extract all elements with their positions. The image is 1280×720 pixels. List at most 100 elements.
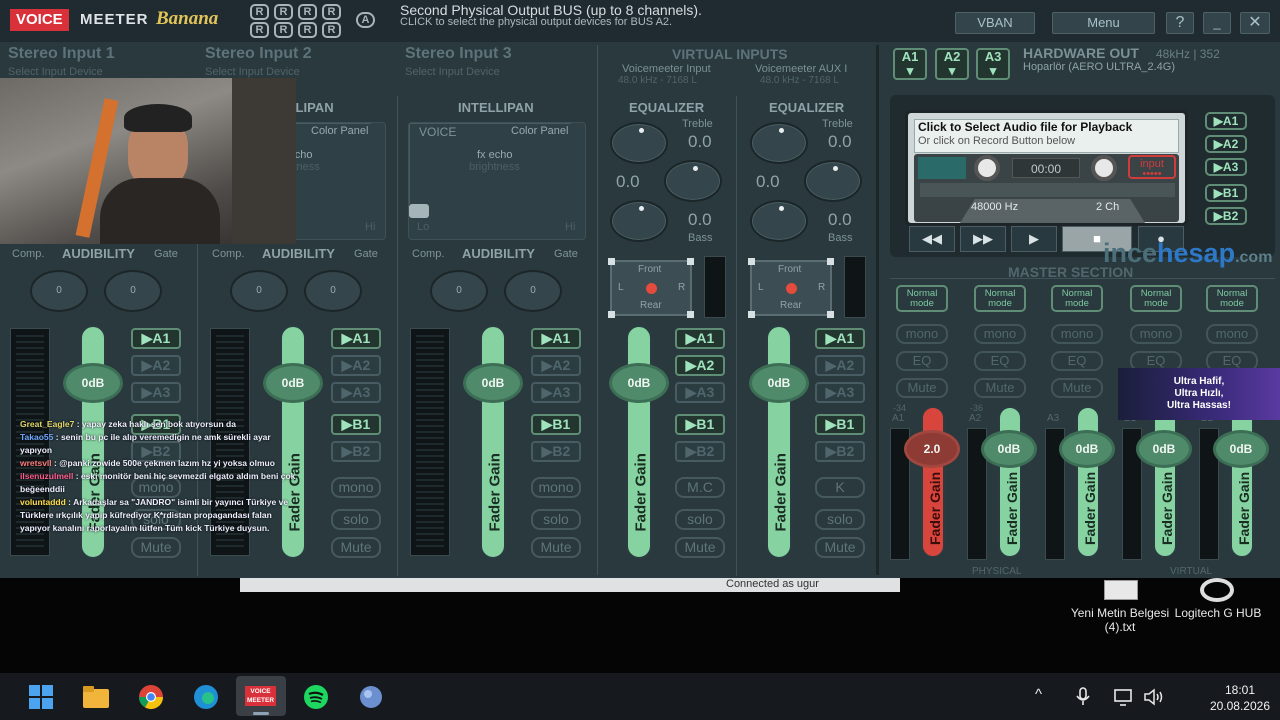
treble-knob[interactable]: [664, 160, 722, 202]
clock-time[interactable]: 18:01: [1210, 683, 1270, 697]
network-icon[interactable]: [1112, 686, 1134, 712]
volume-icon[interactable]: [1142, 686, 1166, 712]
route-button-a1[interactable]: ▶A1: [675, 328, 725, 349]
hw-out-a1-button[interactable]: A1 ▾: [893, 48, 927, 80]
mono-button-a2[interactable]: mono: [974, 324, 1026, 344]
player-route-a2[interactable]: ▶A2: [1205, 135, 1247, 153]
route-button-b1[interactable]: ▶B1: [675, 414, 725, 435]
route-button-b2[interactable]: ▶B2: [331, 441, 381, 462]
gate-knob[interactable]: 0: [304, 270, 362, 312]
vban-button[interactable]: VBAN: [955, 12, 1035, 34]
bus-fader-track[interactable]: Fader Gain: [1230, 406, 1254, 558]
player-route-a1[interactable]: ▶A1: [1205, 112, 1247, 130]
solo-button[interactable]: solo: [815, 509, 865, 530]
fader-handle[interactable]: 0dB: [463, 363, 523, 403]
route-button-a3[interactable]: ▶A3: [131, 382, 181, 403]
mute-button[interactable]: Mute: [331, 537, 381, 558]
hardware-out-device[interactable]: Hoparlör (AERO ULTRA_2.4G): [1023, 61, 1175, 73]
strip3-title[interactable]: Stereo Input 3: [405, 45, 512, 63]
r-button[interactable]: R: [274, 4, 293, 20]
close-button[interactable]: ✕: [1240, 12, 1270, 34]
bus-fader-handle[interactable]: 0dB: [1059, 430, 1115, 468]
bus-fader-track[interactable]: Fader Gain: [998, 406, 1022, 558]
fader-track[interactable]: Fader Gain: [626, 325, 652, 559]
ad-banner[interactable]: Ultra Hafif, Ultra Hızlı, Ultra Hassas!: [1118, 368, 1280, 420]
mono-button-a3[interactable]: mono: [1051, 324, 1103, 344]
route-button-b2[interactable]: ▶B2: [531, 441, 581, 462]
clock-date[interactable]: 20.08.2026: [1178, 699, 1270, 713]
player-route-b1[interactable]: ▶B1: [1205, 184, 1247, 202]
eq-button-a2[interactable]: EQ: [974, 351, 1026, 371]
strip1-device[interactable]: Select Input Device: [8, 66, 103, 78]
surround-pan[interactable]: Front Rear L R: [608, 258, 694, 318]
route-button-a3[interactable]: ▶A3: [815, 382, 865, 403]
r-button[interactable]: R: [274, 22, 293, 38]
route-button-a1[interactable]: ▶A1: [531, 328, 581, 349]
mute-button[interactable]: Mute: [815, 537, 865, 558]
bus-fader-handle[interactable]: 0dB: [1136, 430, 1192, 468]
text-file-icon[interactable]: [1104, 580, 1138, 600]
mono-button-b2[interactable]: mono: [1206, 324, 1258, 344]
r-button[interactable]: R: [298, 4, 317, 20]
mono-button-a1[interactable]: mono: [896, 324, 948, 344]
r-button[interactable]: R: [322, 4, 341, 20]
comp-knob[interactable]: 0: [30, 270, 88, 312]
route-button-a2[interactable]: ▶A2: [331, 355, 381, 376]
solo-button[interactable]: solo: [531, 509, 581, 530]
r-button[interactable]: R: [298, 22, 317, 38]
route-button-a3[interactable]: ▶A3: [531, 382, 581, 403]
bus-fader-track[interactable]: Fader Gain: [1153, 406, 1177, 558]
r-button[interactable]: R: [322, 22, 341, 38]
mc-button[interactable]: K: [815, 477, 865, 498]
route-button-a3[interactable]: ▶A3: [331, 382, 381, 403]
mute-button[interactable]: Mute: [131, 537, 181, 558]
pan-position-dot[interactable]: [646, 283, 657, 294]
mono-button-b1[interactable]: mono: [1130, 324, 1182, 344]
strip3-device[interactable]: Select Input Device: [405, 66, 500, 78]
route-button-b1[interactable]: ▶B1: [815, 414, 865, 435]
route-button-a1[interactable]: ▶A1: [815, 328, 865, 349]
player-route-a3[interactable]: ▶A3: [1205, 158, 1247, 176]
fader-handle[interactable]: 0dB: [749, 363, 809, 403]
comp-knob[interactable]: 0: [230, 270, 288, 312]
hw-out-a3-button[interactable]: A3 ▾: [976, 48, 1010, 80]
route-button-b1[interactable]: ▶B1: [331, 414, 381, 435]
desktop-item-text-file[interactable]: Yeni Metin Belgesi (4).txt: [1070, 606, 1170, 634]
mute-button[interactable]: Mute: [531, 537, 581, 558]
mute-button-a2[interactable]: Mute: [974, 378, 1026, 398]
gate-knob[interactable]: 0: [504, 270, 562, 312]
bus-fader-track[interactable]: Fader Gain: [1076, 406, 1100, 558]
app-sphere-icon[interactable]: [357, 684, 385, 710]
pan-position-dot[interactable]: [786, 283, 797, 294]
bass-knob[interactable]: [750, 200, 808, 242]
solo-button[interactable]: solo: [675, 509, 725, 530]
route-button-b2[interactable]: ▶B2: [675, 441, 725, 462]
fader-handle[interactable]: 0dB: [263, 363, 323, 403]
fast-forward-button[interactable]: ▶▶: [960, 226, 1006, 252]
comp-knob[interactable]: 0: [430, 270, 488, 312]
mode-button-a3[interactable]: Normal mode: [1051, 285, 1103, 312]
voicemeeter-taskbar-item[interactable]: VOICE MEETER: [236, 676, 286, 716]
player-title[interactable]: Click to Select Audio file for Playback: [918, 120, 1132, 134]
mode-button-a1[interactable]: Normal mode: [896, 285, 948, 312]
fader-handle[interactable]: 0dB: [609, 363, 669, 403]
mono-button[interactable]: mono: [531, 477, 581, 498]
solo-button[interactable]: solo: [331, 509, 381, 530]
strip2-title[interactable]: Stereo Input 2: [205, 45, 312, 63]
strip1-title[interactable]: Stereo Input 1: [8, 45, 115, 63]
route-button-a1[interactable]: ▶A1: [331, 328, 381, 349]
route-button-a2[interactable]: ▶A2: [531, 355, 581, 376]
file-explorer-icon[interactable]: [82, 684, 110, 710]
fader-track[interactable]: Fader Gain: [766, 325, 792, 559]
bus-fader-handle[interactable]: 0dB: [1213, 430, 1269, 468]
route-button-a2[interactable]: ▶A2: [675, 355, 725, 376]
route-button-a2[interactable]: ▶A2: [131, 355, 181, 376]
microphone-icon[interactable]: [1072, 686, 1094, 712]
logitech-icon[interactable]: [1200, 578, 1234, 602]
surround-pan[interactable]: Front Rear L R: [748, 258, 834, 318]
bus-fader-handle[interactable]: 2.0: [904, 430, 960, 468]
route-button-a3[interactable]: ▶A3: [675, 382, 725, 403]
r-button[interactable]: R: [250, 4, 269, 20]
mode-button-a2[interactable]: Normal mode: [974, 285, 1026, 312]
help-button[interactable]: ?: [1166, 12, 1194, 34]
